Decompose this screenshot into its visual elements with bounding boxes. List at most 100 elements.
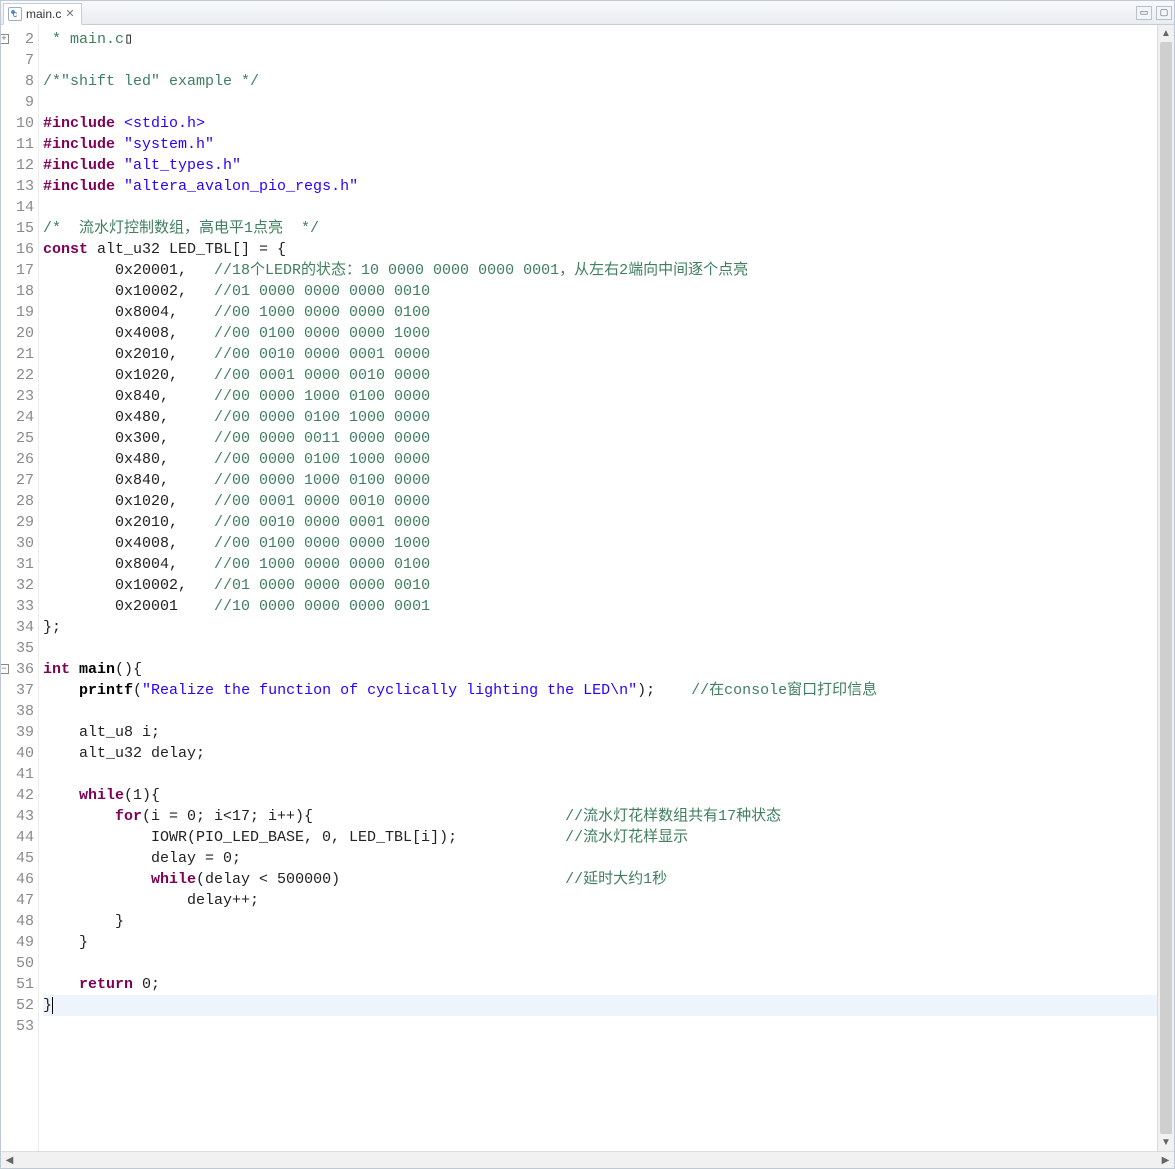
code-line[interactable]: 0x4008, //00 0100 0000 0000 1000 [43, 533, 1157, 554]
token: (delay < 500000) [196, 871, 565, 888]
code-line[interactable] [43, 953, 1157, 974]
code-line[interactable]: } [43, 911, 1157, 932]
scroll-thumb[interactable] [1160, 42, 1172, 1134]
token: }; [43, 619, 61, 636]
code-line[interactable]: /*"shift led" example */ [43, 71, 1157, 92]
token: 0x4008, [43, 535, 214, 552]
minimize-button[interactable]: ▭ [1136, 6, 1152, 20]
fold-toggle-icon[interactable]: − [1, 664, 9, 674]
token: IOWR(PIO_LED_BASE, 0, LED_TBL[i]); [43, 829, 565, 846]
code-line[interactable]: const alt_u32 LED_TBL[] = { [43, 239, 1157, 260]
token: 0x840, [43, 472, 214, 489]
code-line[interactable]: 0x300, //00 0000 0011 0000 0000 [43, 428, 1157, 449]
code-line[interactable]: }; [43, 617, 1157, 638]
code-line[interactable]: int main(){ [43, 659, 1157, 680]
code-line[interactable]: 0x1020, //00 0001 0000 0010 0000 [43, 365, 1157, 386]
token [43, 682, 79, 699]
code-line[interactable]: 0x2010, //00 0010 0000 0001 0000 [43, 344, 1157, 365]
line-number: 13 [1, 176, 34, 197]
code-line[interactable]: for(i = 0; i<17; i++){ //流水灯花样数组共有17种状态 [43, 806, 1157, 827]
code-line[interactable]: #include "system.h" [43, 134, 1157, 155]
code-line[interactable]: #include "alt_types.h" [43, 155, 1157, 176]
token: #include [43, 115, 115, 132]
scroll-up-icon[interactable]: ▲ [1158, 25, 1174, 42]
code-line[interactable]: 0x840, //00 0000 1000 0100 0000 [43, 470, 1157, 491]
code-line[interactable]: IOWR(PIO_LED_BASE, 0, LED_TBL[i]); //流水灯… [43, 827, 1157, 848]
code-line[interactable]: printf("Realize the function of cyclical… [43, 680, 1157, 701]
code-line[interactable]: 0x20001, //18个LEDR的状态：10 0000 0000 0000 … [43, 260, 1157, 281]
code-line[interactable]: 0x480, //00 0000 0100 1000 0000 [43, 407, 1157, 428]
code-line[interactable]: delay = 0; [43, 848, 1157, 869]
line-number: 32 [1, 575, 34, 596]
code-line[interactable]: while(1){ [43, 785, 1157, 806]
code-line[interactable] [43, 1016, 1157, 1037]
code-line[interactable]: delay++; [43, 890, 1157, 911]
code-line[interactable]: 0x10002, //01 0000 0000 0000 0010 [43, 281, 1157, 302]
line-number: 18 [1, 281, 34, 302]
line-number: 39 [1, 722, 34, 743]
hscroll-track[interactable] [18, 1152, 1157, 1168]
code-line[interactable]: alt_u8 i; [43, 722, 1157, 743]
code-line[interactable]: 0x480, //00 0000 0100 1000 0000 [43, 449, 1157, 470]
token [115, 136, 124, 153]
tab-main-c[interactable]: c main.c ✕ [3, 3, 82, 25]
token: ); [637, 682, 691, 699]
token: //00 1000 0000 0000 0100 [214, 556, 430, 573]
code-line[interactable]: while(delay < 500000) //延时大约1秒 [43, 869, 1157, 890]
code-line[interactable]: * main.c▯ [43, 29, 1157, 50]
code-line[interactable]: #include <stdio.h> [43, 113, 1157, 134]
code-line[interactable] [43, 50, 1157, 71]
code-line[interactable]: 0x1020, //00 0001 0000 0010 0000 [43, 491, 1157, 512]
token: "altera_avalon_pio_regs.h" [124, 178, 358, 195]
code-line[interactable]: 0x4008, //00 0100 0000 0000 1000 [43, 323, 1157, 344]
token: alt_u8 i; [43, 724, 160, 741]
code-line[interactable] [43, 92, 1157, 113]
code-line[interactable]: /* 流水灯控制数组，高电平1点亮 */ [43, 218, 1157, 239]
code-line[interactable]: } [43, 932, 1157, 953]
scroll-left-icon[interactable]: ◀ [1, 1152, 18, 1168]
token: int [43, 661, 70, 678]
code-area[interactable]: * main.c▯ /*"shift led" example */ #includ… [39, 25, 1157, 1151]
code-line[interactable]: 0x20001 //10 0000 0000 0000 0001 [43, 596, 1157, 617]
token: "alt_types.h" [124, 157, 241, 174]
code-line[interactable]: alt_u32 delay; [43, 743, 1157, 764]
line-number: 12 [1, 155, 34, 176]
token: delay++; [43, 892, 259, 909]
code-line[interactable]: } [43, 995, 1157, 1016]
scroll-down-icon[interactable]: ▼ [1158, 1134, 1174, 1151]
line-number: 17 [1, 260, 34, 281]
maximize-button[interactable]: ▢ [1156, 6, 1172, 20]
token [115, 178, 124, 195]
code-line[interactable]: 0x10002, //01 0000 0000 0000 0010 [43, 575, 1157, 596]
token: //流水灯花样数组共有17种状态 [565, 808, 781, 825]
scroll-right-icon[interactable]: ▶ [1157, 1152, 1174, 1168]
line-number-gutter[interactable]: 2+78910111213141516171819202122232425262… [1, 25, 39, 1151]
tab-bar: c main.c ✕ ▭ ▢ [1, 1, 1174, 25]
token: delay = 0; [43, 850, 241, 867]
code-line[interactable]: #include "altera_avalon_pio_regs.h" [43, 176, 1157, 197]
token: //00 0010 0000 0001 0000 [214, 346, 430, 363]
code-line[interactable]: 0x2010, //00 0010 0000 0001 0000 [43, 512, 1157, 533]
code-line[interactable] [43, 764, 1157, 785]
line-number: 50 [1, 953, 34, 974]
editor-pane: c main.c ✕ ▭ ▢ 2+78910111213141516171819… [0, 0, 1175, 1169]
token: 0x480, [43, 409, 214, 426]
code-line[interactable]: return 0; [43, 974, 1157, 995]
line-number: 40 [1, 743, 34, 764]
code-line[interactable] [43, 701, 1157, 722]
code-line[interactable] [43, 638, 1157, 659]
fold-toggle-icon[interactable]: + [1, 34, 9, 44]
close-icon[interactable]: ✕ [65, 7, 74, 20]
code-line[interactable]: 0x840, //00 0000 1000 0100 0000 [43, 386, 1157, 407]
horizontal-scrollbar[interactable]: ◀ ▶ [1, 1151, 1174, 1168]
token: * main.c [43, 31, 124, 48]
line-number: 44 [1, 827, 34, 848]
code-line[interactable]: 0x8004, //00 1000 0000 0000 0100 [43, 554, 1157, 575]
scroll-track[interactable] [1158, 42, 1174, 1134]
token: ( [133, 682, 142, 699]
code-line[interactable]: 0x8004, //00 1000 0000 0000 0100 [43, 302, 1157, 323]
token: 0x8004, [43, 304, 214, 321]
token: //00 0000 1000 0100 0000 [214, 472, 430, 489]
vertical-scrollbar[interactable]: ▲ ▼ [1157, 25, 1174, 1151]
code-line[interactable] [43, 197, 1157, 218]
